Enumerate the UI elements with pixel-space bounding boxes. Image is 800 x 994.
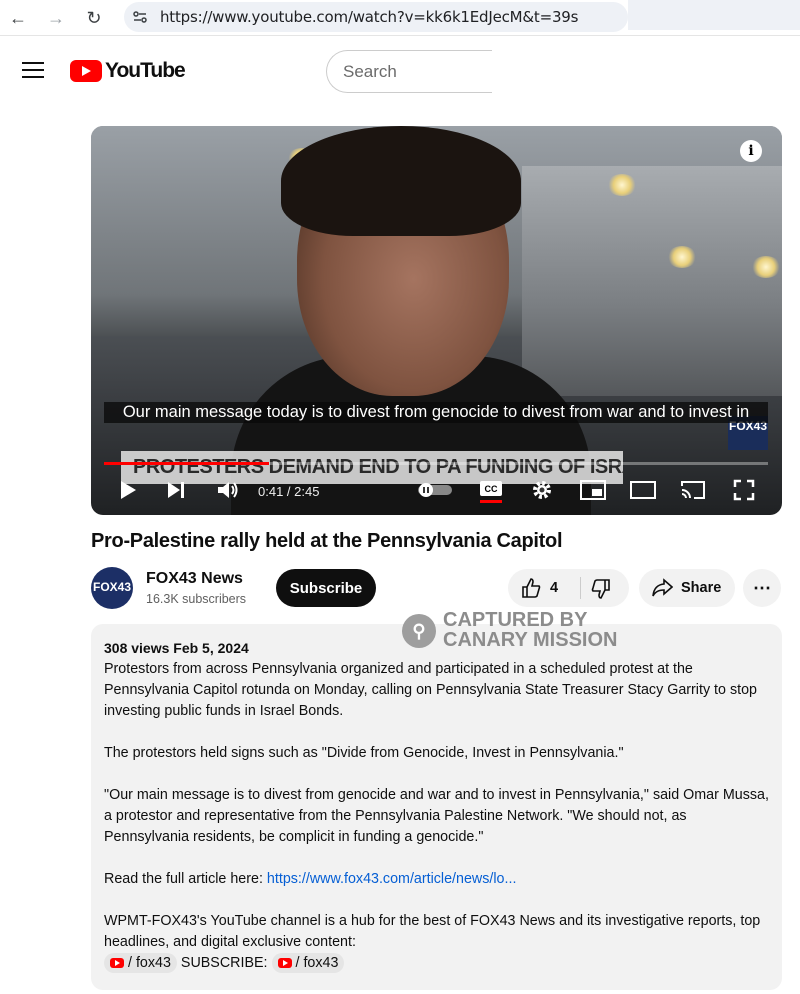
cast-icon[interactable] bbox=[679, 476, 707, 504]
video-title: Pro-Palestine rally held at the Pennsylv… bbox=[91, 530, 563, 552]
more-horiz-icon: ⋯ bbox=[753, 577, 771, 598]
share-label: Share bbox=[681, 580, 722, 596]
description-paragraph: Protestors from across Pennsylvania orga… bbox=[104, 661, 757, 719]
description-paragraph: Read the full article here: https://www.… bbox=[104, 869, 769, 890]
url-text[interactable]: https://www.youtube.com/watch?v=kk6k1EdJ… bbox=[160, 8, 578, 26]
view-count-date: 308 views Feb 5, 2024 bbox=[104, 640, 249, 656]
article-link[interactable]: https://www.fox43.com/article/news/lo... bbox=[267, 871, 517, 887]
description-paragraph: The protestors held signs such as "Divid… bbox=[104, 745, 624, 761]
logo-text: YouTube bbox=[105, 59, 186, 82]
closed-caption: Our main message today is to divest from… bbox=[104, 402, 768, 423]
settings-gear-icon[interactable] bbox=[529, 476, 555, 504]
forward-icon[interactable]: → bbox=[44, 6, 68, 30]
capitol-building bbox=[522, 166, 782, 396]
channel-link-chip[interactable]: / fox43 bbox=[271, 953, 345, 973]
hamburger-menu-icon[interactable] bbox=[22, 62, 44, 78]
address-bar-extension bbox=[628, 0, 800, 30]
share-icon bbox=[652, 578, 673, 597]
like-button[interactable]: 4 bbox=[520, 577, 558, 599]
time-display: 0:41 / 2:45 bbox=[258, 484, 320, 499]
subscribe-text: SUBSCRIBE: bbox=[180, 955, 268, 971]
canary-logo-icon: ⚲ bbox=[402, 614, 436, 648]
subscriber-count: 16.3K subscribers bbox=[146, 592, 247, 606]
info-icon[interactable]: i bbox=[740, 140, 762, 162]
video-player[interactable]: i FOX43 PROTESTERS DEMAND END TO PA FUND… bbox=[91, 126, 782, 515]
article-prefix: Read the full article here: bbox=[104, 871, 267, 887]
chip-label: / fox43 bbox=[295, 955, 339, 971]
description-paragraph: WPMT-FOX43's YouTube channel is a hub fo… bbox=[104, 913, 761, 950]
channel-links: / fox43 SUBSCRIBE: / fox43 bbox=[104, 953, 769, 974]
person-hair bbox=[281, 126, 521, 236]
miniplayer-icon[interactable] bbox=[579, 476, 607, 504]
player-controls: 0:41 / 2:45 CC bbox=[91, 470, 782, 510]
search-input[interactable]: Search bbox=[326, 50, 492, 93]
browser-toolbar: ← → ↻ https://www.youtube.com/watch?v=kk… bbox=[0, 0, 800, 36]
divider bbox=[580, 577, 581, 599]
site-settings-icon[interactable] bbox=[132, 9, 148, 25]
description-paragraph: "Our main message is to divest from geno… bbox=[104, 787, 769, 845]
channel-link-chip[interactable]: / fox43 bbox=[104, 953, 177, 973]
youtube-logo[interactable]: YouTube bbox=[70, 59, 186, 83]
autoplay-toggle[interactable] bbox=[417, 476, 453, 504]
watermark-line2: CANARY MISSION bbox=[443, 629, 618, 651]
fullscreen-icon[interactable] bbox=[731, 476, 757, 504]
like-dislike-group: 4 bbox=[508, 569, 629, 607]
lamp-light bbox=[607, 174, 637, 196]
thumbs-down-icon bbox=[591, 579, 610, 599]
play-icon[interactable] bbox=[117, 476, 139, 504]
search-placeholder: Search bbox=[343, 61, 397, 81]
captions-icon[interactable]: CC bbox=[477, 476, 505, 504]
channel-avatar[interactable]: FOX43 bbox=[91, 567, 133, 609]
youtube-icon bbox=[110, 958, 124, 968]
like-count: 4 bbox=[550, 580, 559, 596]
thumbs-up-icon bbox=[522, 578, 541, 598]
channel-name[interactable]: FOX43 News bbox=[146, 570, 243, 588]
youtube-play-icon bbox=[70, 60, 102, 82]
dislike-button[interactable] bbox=[590, 578, 612, 604]
subscribe-button[interactable]: Subscribe bbox=[276, 569, 376, 607]
youtube-icon bbox=[277, 958, 292, 968]
watermark-line1: CAPTURED BY bbox=[443, 609, 588, 631]
lamp-light bbox=[667, 246, 697, 268]
progress-bar[interactable] bbox=[104, 462, 768, 465]
next-icon[interactable] bbox=[165, 476, 187, 504]
theater-mode-icon[interactable] bbox=[629, 476, 657, 504]
description-box[interactable]: 308 views Feb 5, 2024 Protestors from ac… bbox=[91, 624, 782, 990]
lamp-light bbox=[751, 256, 781, 278]
more-actions-button[interactable]: ⋯ bbox=[743, 569, 781, 607]
chip-label: / fox43 bbox=[128, 955, 171, 971]
back-icon[interactable]: ← bbox=[6, 6, 30, 30]
share-button[interactable]: Share bbox=[639, 569, 735, 607]
progress-played bbox=[104, 462, 269, 465]
reload-icon[interactable]: ↻ bbox=[82, 6, 106, 30]
svg-text:CC: CC bbox=[485, 484, 498, 494]
volume-icon[interactable] bbox=[215, 476, 241, 504]
